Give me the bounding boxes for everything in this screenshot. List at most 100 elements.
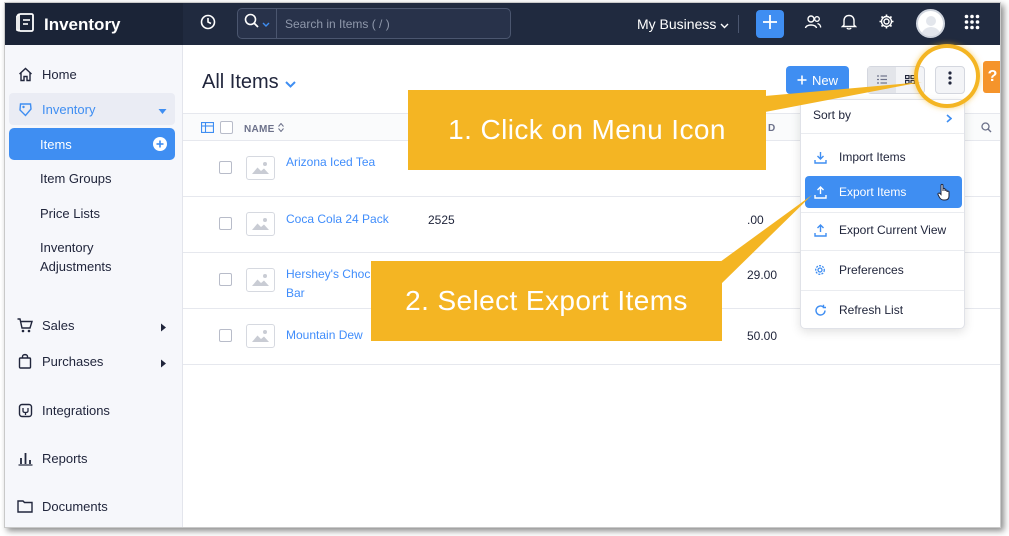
- sidebar-item-item-groups[interactable]: Item Groups: [9, 169, 175, 188]
- sidebar-item-label: Documents: [42, 498, 108, 514]
- table-search-icon[interactable]: [981, 122, 992, 136]
- preferences-menu-item[interactable]: Preferences: [805, 255, 962, 285]
- search-box: [237, 8, 511, 39]
- menu-highlight-ring: [914, 44, 980, 108]
- item-price: .00: [747, 213, 764, 227]
- refresh-icon: [813, 303, 827, 317]
- inventory-icon: [17, 101, 33, 117]
- search-filter-toggle[interactable]: [238, 9, 277, 38]
- row-checkbox[interactable]: [219, 217, 232, 230]
- menu-item-label: Refresh List: [839, 303, 904, 317]
- search-icon: [244, 13, 260, 34]
- chevron-down-icon: [284, 71, 296, 94]
- row-checkbox[interactable]: [219, 329, 232, 342]
- image-placeholder-icon: [246, 324, 275, 348]
- sidebar-item-label: Inventory: [42, 101, 96, 117]
- menu-divider: [801, 250, 964, 251]
- sidebar: Home Inventory Items Item Groups Price L…: [5, 45, 183, 527]
- item-name-link[interactable]: Arizona Iced Tea: [286, 153, 401, 172]
- list-view-button[interactable]: [868, 67, 896, 93]
- avatar-body-shape: [921, 27, 941, 36]
- organization-switcher[interactable]: My Business: [637, 16, 729, 32]
- item-name-link[interactable]: Coca Cola 24 Pack: [286, 210, 401, 229]
- chevron-down-icon: [720, 16, 729, 32]
- help-button[interactable]: ?: [983, 61, 1000, 93]
- avatar-head-shape: [926, 16, 936, 26]
- cart-icon: [17, 317, 33, 333]
- notifications-button[interactable]: [839, 14, 859, 34]
- sidebar-item-items[interactable]: Items: [9, 128, 175, 160]
- export-items-menu-item[interactable]: Export Items: [805, 176, 962, 208]
- top-bar: Inventory My Business: [5, 3, 1000, 45]
- caret-right-icon: [160, 320, 167, 335]
- select-all-checkbox[interactable]: [220, 121, 233, 134]
- menu-item-label: Import Items: [839, 150, 906, 164]
- list-icon: [877, 71, 887, 89]
- sidebar-item-reports[interactable]: Reports: [9, 443, 175, 473]
- users-button[interactable]: [803, 14, 823, 34]
- sidebar-item-home[interactable]: Home: [9, 59, 175, 89]
- hand-pointer-icon: [937, 183, 951, 204]
- sidebar-item-label: Inventory: [40, 240, 94, 255]
- recent-history-button[interactable]: [197, 13, 219, 35]
- sidebar-item-label: Adjustments: [40, 259, 112, 274]
- row-checkbox[interactable]: [219, 273, 232, 286]
- callout-step-2: 2. Select Export Items: [371, 261, 722, 341]
- sidebar-item-inventory-adjustments[interactable]: Inventory Adjustments: [9, 238, 175, 276]
- sidebar-item-purchases[interactable]: Purchases: [9, 346, 175, 376]
- user-avatar[interactable]: [916, 9, 945, 38]
- sidebar-item-sales[interactable]: Sales: [9, 310, 175, 340]
- new-button-label: New: [811, 72, 838, 88]
- gear-icon: [813, 263, 827, 277]
- plus-icon: [797, 73, 807, 88]
- caret-right-icon: [160, 356, 167, 371]
- history-icon: [199, 13, 217, 36]
- users-icon: [804, 14, 822, 35]
- sidebar-item-label: Items: [40, 136, 72, 152]
- item-price: 29.00: [747, 268, 778, 282]
- sidebar-item-integrations[interactable]: Integrations: [9, 395, 175, 425]
- add-item-button[interactable]: [153, 137, 167, 151]
- gear-icon: [878, 13, 895, 35]
- view-selector[interactable]: All Items: [202, 71, 296, 94]
- export-current-view-menu-item[interactable]: Export Current View: [805, 215, 962, 245]
- more-options-menu: Sort by Import Items Export Items Export…: [800, 99, 965, 329]
- column-header-label: NAME: [244, 124, 275, 135]
- new-item-button[interactable]: New: [786, 66, 849, 94]
- menu-divider: [801, 133, 964, 134]
- app-name: Inventory: [44, 14, 121, 34]
- bar-chart-icon: [17, 450, 33, 466]
- row-checkbox[interactable]: [219, 161, 232, 174]
- organization-name: My Business: [637, 16, 717, 32]
- column-settings-icon[interactable]: [200, 121, 215, 136]
- integrations-icon: [17, 402, 33, 418]
- quick-create-button[interactable]: [756, 10, 784, 38]
- settings-button[interactable]: [876, 14, 896, 34]
- refresh-list-menu-item[interactable]: Refresh List: [805, 295, 962, 325]
- download-icon: [813, 150, 827, 164]
- chevron-down-icon: [262, 15, 270, 33]
- home-icon: [17, 66, 33, 82]
- menu-item-label: Export Items: [839, 185, 907, 199]
- top-bar-divider: [738, 15, 739, 33]
- column-header-partial[interactable]: D: [768, 123, 775, 134]
- plus-icon: [762, 14, 778, 35]
- column-header-name[interactable]: NAME: [244, 122, 284, 135]
- search-input[interactable]: [277, 16, 497, 31]
- app-launcher-button[interactable]: [962, 14, 982, 34]
- brand[interactable]: Inventory: [15, 11, 121, 38]
- chevron-right-icon: [946, 110, 953, 128]
- folder-icon: [17, 498, 33, 514]
- menu-divider: [801, 290, 964, 291]
- sidebar-item-documents[interactable]: Documents: [9, 491, 175, 521]
- sidebar-item-inventory[interactable]: Inventory: [9, 93, 175, 125]
- item-sku: 2525: [428, 213, 455, 227]
- caret-down-icon: [158, 103, 167, 118]
- sidebar-item-label: Integrations: [42, 402, 110, 418]
- menu-item-label: Export Current View: [839, 223, 947, 237]
- sidebar-item-price-lists[interactable]: Price Lists: [9, 204, 175, 223]
- sidebar-item-label: Reports: [42, 450, 88, 466]
- image-placeholder-icon: [246, 156, 275, 180]
- sort-by-menu-item[interactable]: Sort by: [813, 108, 851, 122]
- import-items-menu-item[interactable]: Import Items: [805, 142, 962, 172]
